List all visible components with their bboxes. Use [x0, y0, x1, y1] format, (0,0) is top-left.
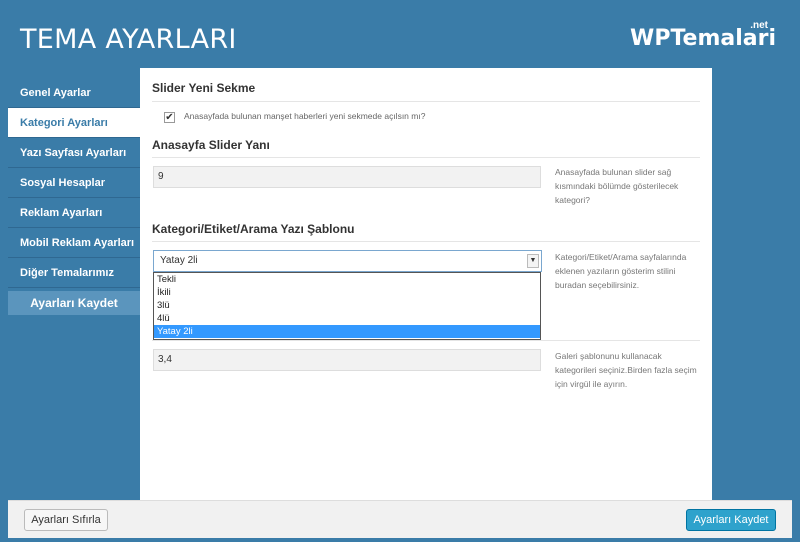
slider-side-help: Anasayfada bulunan slider sağ kısmındaki…	[555, 167, 679, 205]
divider	[152, 241, 700, 242]
footer: Ayarları Sıfırla Ayarları Kaydet	[8, 500, 792, 538]
template-option-4lu[interactable]: 4lü	[154, 312, 540, 325]
template-option-ikili[interactable]: İkili	[154, 286, 540, 299]
sidebar-item-genel-ayarlar[interactable]: Genel Ayarlar	[8, 78, 140, 108]
gallery-categories-input[interactable]: 3,4	[153, 349, 541, 371]
sidebar-item-yazi-sayfasi-ayarlari[interactable]: Yazı Sayfası Ayarları	[8, 138, 140, 168]
logo: WPTemalari	[630, 26, 776, 51]
settings-frame: TEMA AYARLARI .net WPTemalari Genel Ayar…	[0, 0, 800, 542]
gallery-help: Galeri şablonunu kullanacak kategorileri…	[555, 351, 697, 389]
sidebar: Genel Ayarlar Kategori Ayarları Yazı Say…	[8, 78, 140, 315]
slider-side-input[interactable]: 9	[153, 166, 541, 188]
divider	[152, 101, 700, 102]
sidebar-item-kategori-ayarlari[interactable]: Kategori Ayarları	[8, 108, 140, 138]
reset-settings-button[interactable]: Ayarları Sıfırla	[24, 509, 108, 531]
template-help: Kategori/Etiket/Arama sayfalarında eklen…	[555, 252, 687, 290]
template-option-yatay-2li[interactable]: Yatay 2li	[154, 325, 540, 338]
template-dropdown: Tekli İkili 3lü 4lü Yatay 2li	[153, 272, 541, 340]
divider	[152, 340, 700, 341]
sidebar-item-reklam-ayarlari[interactable]: Reklam Ayarları	[8, 198, 140, 228]
sidebar-item-mobil-reklam-ayarlari[interactable]: Mobil Reklam Ayarları	[8, 228, 140, 258]
template-select-value: Yatay 2li	[160, 255, 198, 266]
template-option-3lu[interactable]: 3lü	[154, 299, 540, 312]
check-icon: ✔	[165, 112, 174, 123]
header: TEMA AYARLARI .net WPTemalari	[8, 6, 792, 68]
settings-panel: Slider Yeni Sekme ✔ Anasayfada bulunan m…	[140, 68, 712, 502]
template-option-tekli[interactable]: Tekli	[154, 273, 540, 286]
slider-new-tab-checkbox[interactable]: ✔	[164, 112, 175, 123]
slider-new-tab-label: Anasayfada bulunan manşet haberleri yeni…	[184, 111, 426, 121]
divider	[152, 157, 700, 158]
page-title: TEMA AYARLARI	[20, 24, 237, 55]
save-settings-button[interactable]: Ayarları Kaydet	[686, 509, 776, 531]
sidebar-item-sosyal-hesaplar[interactable]: Sosyal Hesaplar	[8, 168, 140, 198]
sidebar-item-diger-temalarimiz[interactable]: Diğer Temalarımız	[8, 258, 140, 288]
section-title-slider-new-tab: Slider Yeni Sekme	[152, 81, 256, 95]
template-select[interactable]: Yatay 2li ▼	[153, 250, 542, 272]
section-title-slider-side: Anasayfa Slider Yanı	[152, 138, 270, 152]
section-title-template: Kategori/Etiket/Arama Yazı Şablonu	[152, 222, 355, 236]
chevron-down-icon[interactable]: ▼	[527, 254, 539, 268]
sidebar-save-button[interactable]: Ayarları Kaydet	[8, 291, 140, 315]
